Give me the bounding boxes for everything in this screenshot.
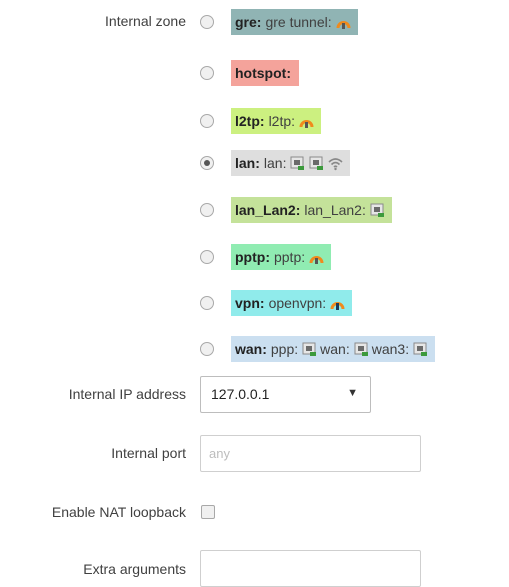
zone-label-pptp[interactable]: pptp: pptp:: [231, 244, 332, 270]
zone-label-lan[interactable]: lan: lan:: [231, 150, 351, 176]
tunnel-icon: [299, 114, 314, 129]
network-name: gre tunnel:: [265, 14, 332, 30]
tunnel-icon: [309, 250, 324, 265]
zone-radio-hotspot[interactable]: [200, 66, 214, 80]
extra-arguments-field-box: [200, 550, 421, 587]
ethernet-port-icon: [309, 156, 324, 171]
internal-port-field-box: [200, 435, 421, 472]
internal-zone-label: Internal zone: [105, 13, 186, 29]
network-name: wan:: [320, 341, 350, 357]
network-name: pptp:: [273, 249, 306, 265]
zone-radio-pptp[interactable]: [200, 250, 214, 264]
zone-name: gre:: [235, 14, 262, 30]
nat-loopback-label: Enable NAT loopback: [51, 504, 186, 520]
wifi-icon: [328, 156, 344, 171]
zone-radio-lan_lan2[interactable]: [200, 203, 214, 217]
zone-radio-vpn[interactable]: [200, 296, 214, 310]
zone-name: wan:: [235, 341, 267, 357]
network-name: wan3:: [371, 341, 410, 357]
chevron-down-icon: ▼: [347, 387, 358, 399]
network-name: openvpn:: [268, 295, 327, 311]
network-name: ppp:: [270, 341, 299, 357]
network-name: lan:: [263, 155, 287, 171]
zone-name: lan:: [235, 155, 260, 171]
zone-label-gre[interactable]: gre: gre tunnel:: [231, 9, 358, 35]
ethernet-port-icon: [302, 342, 317, 357]
zone-label-wan[interactable]: wan: ppp: wan: wan3:: [231, 336, 436, 362]
ethernet-port-icon: [413, 342, 428, 357]
ethernet-port-icon: [290, 156, 305, 171]
vpn-tunnel-icon: [330, 296, 345, 311]
zone-radio-gre[interactable]: [200, 15, 214, 29]
extra-arguments-label: Extra arguments: [83, 561, 186, 577]
internal-ip-label: Internal IP address: [68, 386, 186, 402]
internal-port-input[interactable]: [201, 436, 420, 471]
network-name: lan_Lan2:: [304, 202, 366, 218]
zone-name: pptp:: [235, 249, 270, 265]
internal-ip-select[interactable]: 127.0.0.1 ▼: [200, 376, 371, 413]
zone-name: vpn:: [235, 295, 265, 311]
ethernet-port-icon: [354, 342, 369, 357]
extra-arguments-input[interactable]: [201, 551, 420, 586]
network-name: l2tp:: [268, 113, 296, 129]
internal-port-label: Internal port: [111, 445, 186, 461]
zone-radio-wan[interactable]: [200, 342, 214, 356]
nat-loopback-checkbox[interactable]: [201, 505, 215, 519]
zone-name: hotspot:: [235, 65, 291, 81]
zone-radio-l2tp[interactable]: [200, 114, 214, 128]
zone-label-vpn[interactable]: vpn: openvpn:: [231, 290, 353, 316]
ethernet-port-icon: [370, 203, 385, 218]
zone-label-lan_lan2[interactable]: lan_Lan2: lan_Lan2:: [231, 197, 392, 223]
tunnel-icon: [336, 15, 351, 30]
internal-ip-value: 127.0.0.1: [211, 386, 270, 402]
zone-name: l2tp:: [235, 113, 265, 129]
zone-radio-lan[interactable]: [200, 156, 214, 170]
zone-name: lan_Lan2:: [235, 202, 301, 218]
zone-label-hotspot[interactable]: hotspot:: [231, 60, 299, 86]
zone-label-l2tp[interactable]: l2tp: l2tp:: [231, 108, 322, 134]
